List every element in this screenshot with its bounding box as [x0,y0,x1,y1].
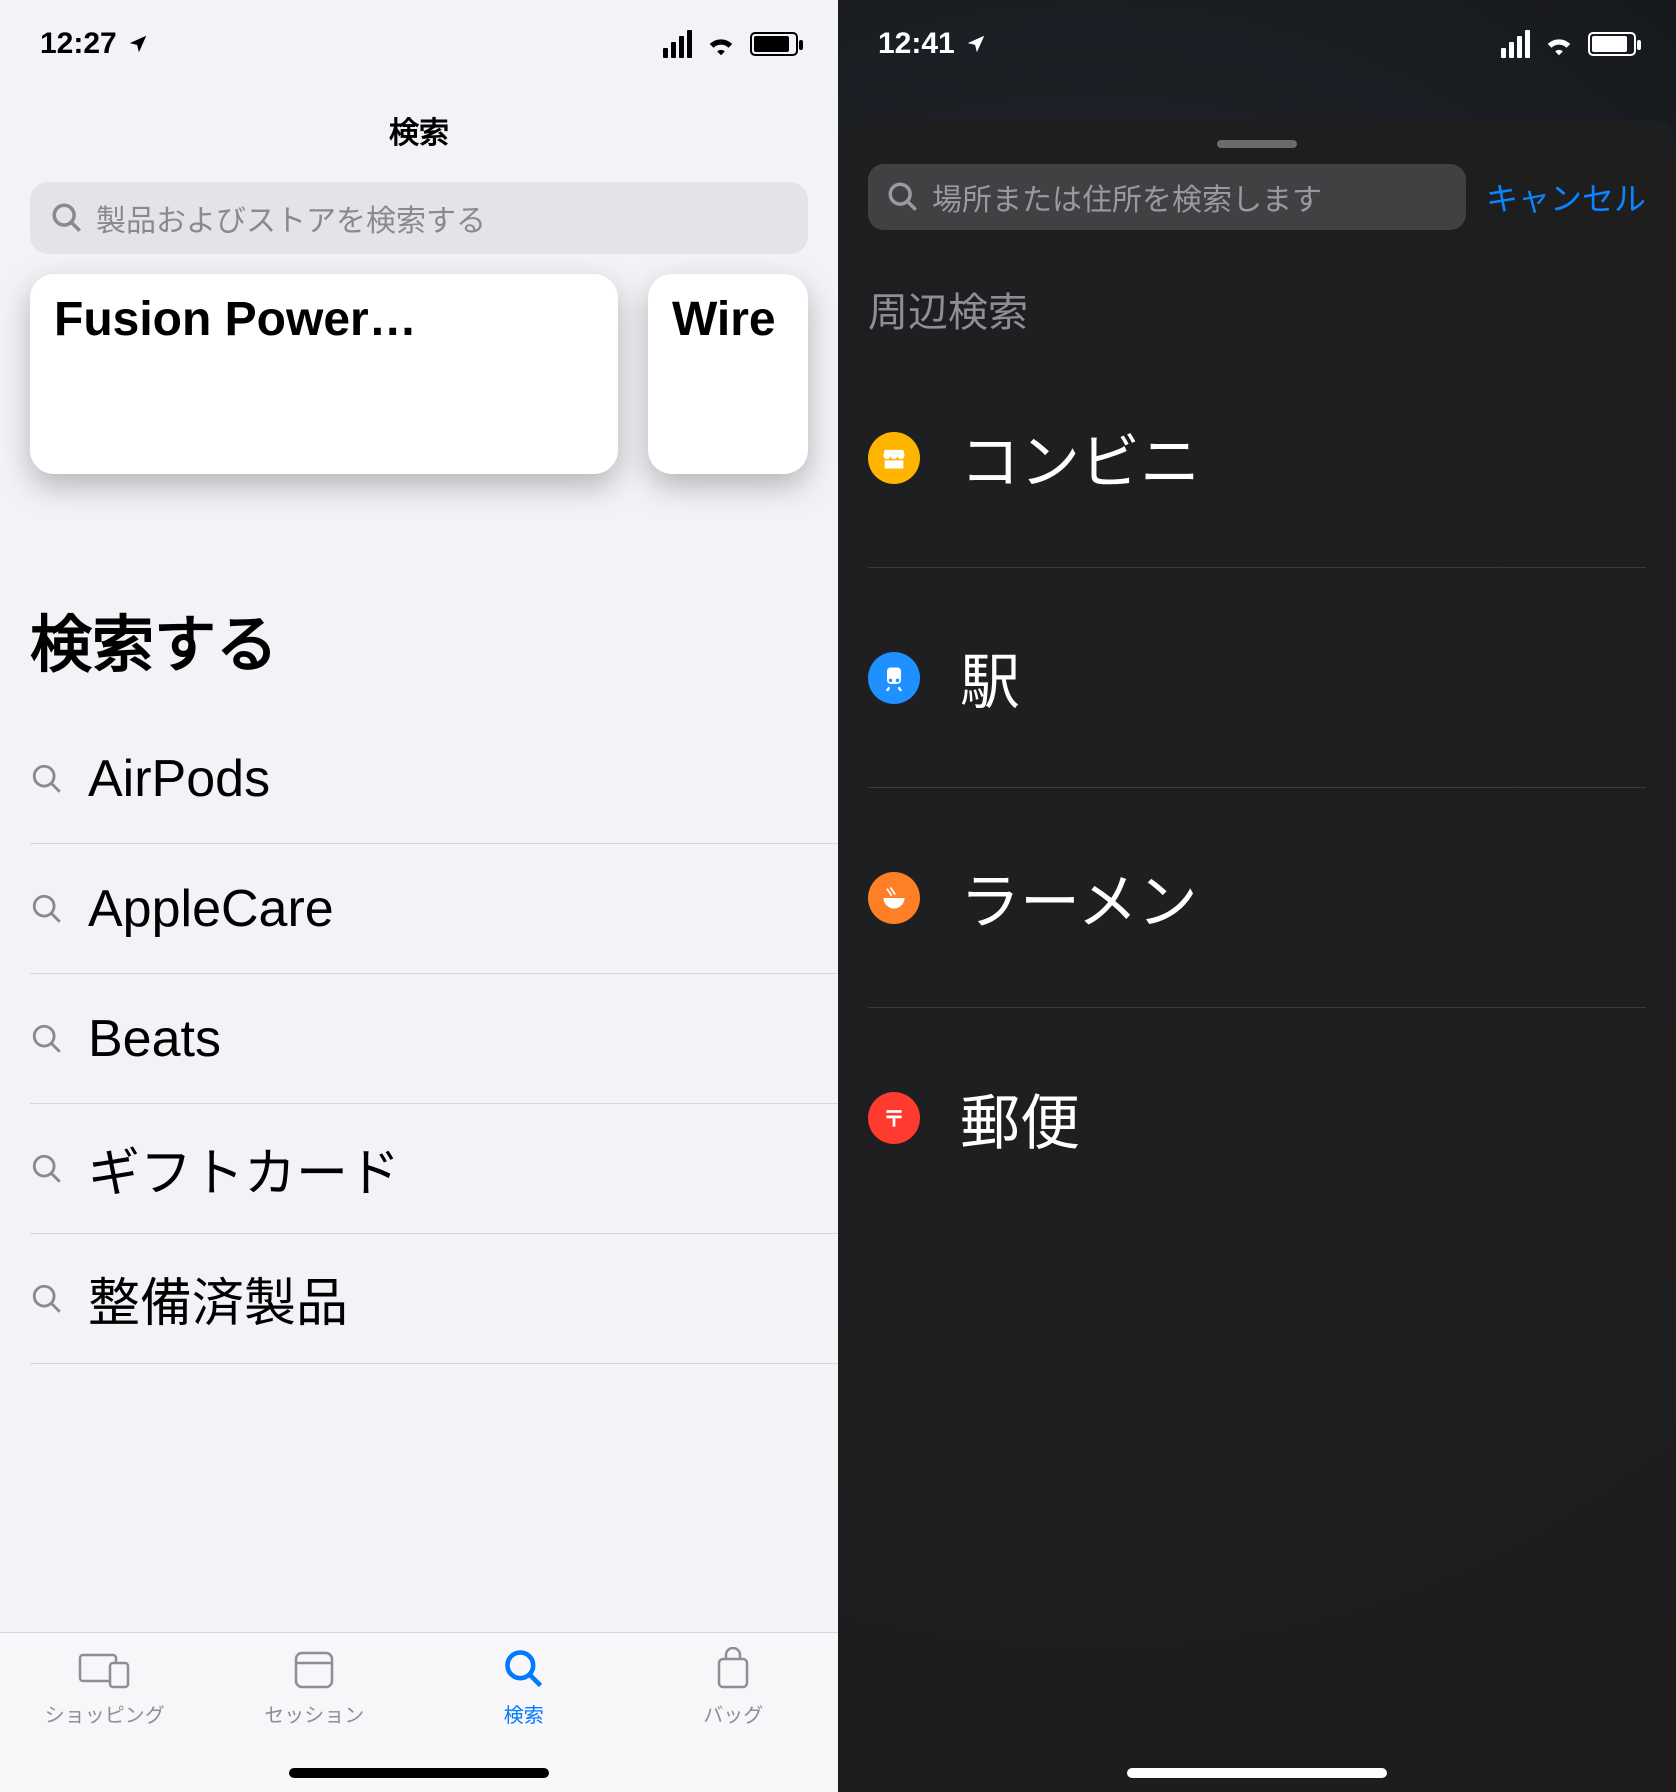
tab-bag[interactable]: バッグ [663,1647,803,1792]
suggestion-label: 整備済製品 [88,1261,348,1336]
nearby-item-station[interactable]: 駅 [868,568,1646,788]
nearby-item-ramen[interactable]: ラーメン [868,788,1646,1008]
battery-icon [750,32,798,56]
status-bar: 12:41 [838,0,1676,88]
signal-icon [663,30,692,58]
search-suggestion[interactable]: AppleCare [30,844,838,974]
nearby-section-label: 周辺検索 [838,260,1676,348]
home-indicator[interactable] [1127,1768,1387,1778]
wifi-icon [1544,32,1574,56]
search-suggestion[interactable]: 整備済製品 [30,1234,838,1364]
nearby-item-post[interactable]: 郵便 [868,1008,1646,1228]
home-indicator[interactable] [289,1768,549,1778]
search-placeholder: 場所または住所を検索します [932,175,1322,219]
search-icon [30,1022,64,1056]
section-title: 検索する [0,514,838,714]
search-suggestion[interactable]: AirPods [30,714,838,844]
maps-search-screen: 12:41 場所または住所を検索します キャンセル 周辺検索 コンビニ [838,0,1676,1792]
signal-icon [1501,30,1530,58]
suggestion-label: Beats [88,1009,221,1069]
apple-store-search-screen: 12:27 検索 製品およびストアを検索する Fusion Power… Wir… [0,0,838,1792]
tab-shopping[interactable]: ショッピング [35,1647,175,1792]
search-suggestion[interactable]: Beats [30,974,838,1104]
product-card-title: Fusion Power… [54,293,417,346]
location-icon [127,33,149,55]
sheet-grabber[interactable] [1217,140,1297,148]
nav-title: 検索 [0,88,838,172]
product-card[interactable]: Wire [648,274,808,474]
search-input[interactable]: 製品およびストアを検索する [30,182,808,254]
search-suggestion[interactable]: ギフトカード [30,1104,838,1234]
tab-label: セッション [264,1699,364,1728]
nearby-item-convenience[interactable]: コンビニ [868,348,1646,568]
search-icon [30,1152,64,1186]
bag-icon [706,1647,760,1691]
nearby-label: コンビニ [960,414,1200,501]
calendar-icon [287,1647,341,1691]
tab-label: バッグ [703,1699,763,1728]
search-icon [50,201,84,235]
tab-label: 検索 [504,1699,544,1728]
suggestion-label: AppleCare [88,879,334,939]
search-icon [886,180,920,214]
search-sheet: 場所または住所を検索します キャンセル 周辺検索 コンビニ 駅 [838,120,1676,1792]
tab-label: ショッピング [45,1699,165,1728]
nearby-label: 郵便 [960,1075,1080,1162]
suggestion-label: ギフトカード [88,1131,400,1206]
search-suggestions-list: AirPods AppleCare Beats ギフトカード 整備済製品 [0,714,838,1364]
search-input[interactable]: 場所または住所を検索します [868,164,1466,230]
status-time: 12:41 [878,27,955,61]
status-time: 12:27 [40,27,117,61]
search-icon [30,762,64,796]
product-card-title: Wire [672,293,776,346]
suggestion-label: AirPods [88,749,270,809]
nearby-label: 駅 [960,634,1020,721]
battery-icon [1588,32,1636,56]
store-icon [868,432,920,484]
bowl-icon [868,872,920,924]
search-icon [497,1647,551,1691]
nearby-label: ラーメン [960,854,1198,941]
cancel-button[interactable]: キャンセル [1486,174,1646,220]
post-icon [868,1092,920,1144]
wifi-icon [706,32,736,56]
product-cards-row: Fusion Power… Wire [0,274,838,514]
nearby-list: コンビニ 駅 ラーメン 郵便 [838,348,1676,1228]
product-card[interactable]: Fusion Power… [30,274,618,474]
location-icon [965,33,987,55]
search-placeholder: 製品およびストアを検索する [96,196,486,240]
search-icon [30,892,64,926]
status-bar: 12:27 [0,0,838,88]
devices-icon [78,1647,132,1691]
search-icon [30,1282,64,1316]
train-icon [868,652,920,704]
